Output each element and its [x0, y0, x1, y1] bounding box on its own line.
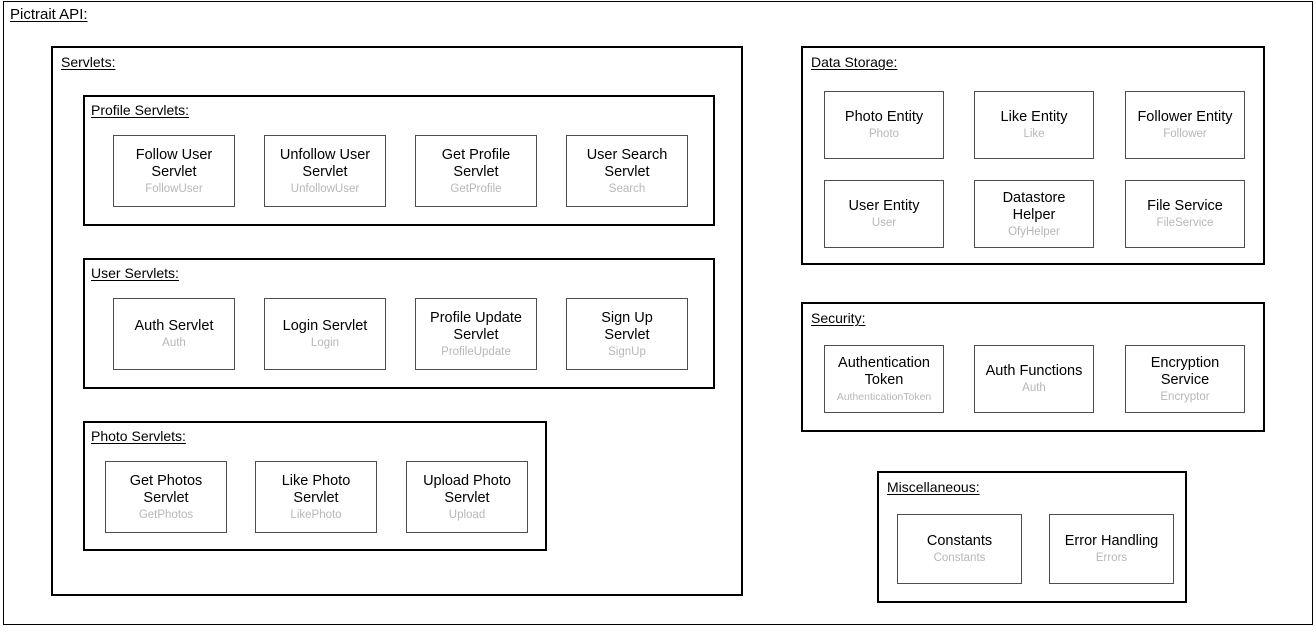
card-title: Photo Entity [844, 109, 924, 125]
card-datastore-helper[interactable]: Datastore Helper OfyHelper [974, 180, 1094, 248]
group-data-storage-title: Data Storage: [811, 54, 898, 70]
card-title: Constants [926, 533, 993, 549]
card-user-search-servlet[interactable]: User Search Servlet Search [566, 135, 688, 207]
card-like-entity[interactable]: Like Entity Like [974, 91, 1094, 159]
card-class-name: AuthenticationToken [836, 390, 932, 403]
card-title: User Search Servlet [586, 146, 668, 180]
card-class-name: Photo [868, 128, 900, 140]
card-class-name: Encryptor [1160, 390, 1210, 403]
card-class-name: SignUp [608, 345, 646, 358]
card-title: Profile Update Servlet [430, 309, 522, 343]
subgroup-profile-servlets-title: Profile Servlets: [91, 102, 190, 118]
group-security: Security: Authentication Token Authentic… [801, 302, 1265, 432]
card-authentication-token[interactable]: Authentication Token AuthenticationToken [824, 345, 944, 413]
card-title: Sign Up Servlet [601, 309, 653, 343]
card-class-name: Search [608, 182, 646, 195]
card-sign-up-servlet[interactable]: Sign Up Servlet SignUp [566, 298, 688, 370]
card-class-name: UnfollowUser [290, 182, 360, 195]
card-title: Like Photo Servlet [281, 472, 351, 506]
card-auth-functions[interactable]: Auth Functions Auth [974, 345, 1094, 413]
card-file-service[interactable]: File Service FileService [1125, 180, 1245, 248]
card-class-name: User [871, 217, 897, 229]
card-user-entity[interactable]: User Entity User [824, 180, 944, 248]
card-like-photo-servlet[interactable]: Like Photo Servlet LikePhoto [255, 461, 377, 533]
card-login-servlet[interactable]: Login Servlet Login [264, 298, 386, 370]
card-follower-entity[interactable]: Follower Entity Follower [1125, 91, 1245, 159]
group-security-title: Security: [811, 310, 866, 326]
card-title: Like Entity [1000, 109, 1068, 125]
subgroup-profile-servlets: Profile Servlets: Follow User Servlet Fo… [83, 95, 715, 226]
subgroup-user-servlets: User Servlets: Auth Servlet Auth Login S… [83, 258, 715, 389]
card-title: Encryption Service [1150, 354, 1220, 388]
card-get-photos-servlet[interactable]: Get Photos Servlet GetPhotos [105, 461, 227, 533]
card-class-name: ProfileUpdate [441, 345, 511, 358]
card-class-name: Auth [162, 337, 186, 349]
card-encryption-service[interactable]: Encryption Service Encryptor [1125, 345, 1245, 413]
card-title: Auth Servlet [134, 318, 214, 334]
group-servlets-title: Servlets: [61, 54, 116, 70]
card-title: Unfollow User Servlet [279, 146, 371, 180]
card-get-profile-servlet[interactable]: Get Profile Servlet GetProfile [415, 135, 537, 207]
card-title: Datastore Helper [1002, 189, 1066, 223]
subgroup-user-servlets-title: User Servlets: [91, 265, 179, 281]
card-class-name: Constants [933, 552, 986, 564]
card-title: Error Handling [1064, 533, 1159, 549]
card-class-name: GetPhotos [138, 508, 194, 521]
card-photo-entity[interactable]: Photo Entity Photo [824, 91, 944, 159]
card-unfollow-user-servlet[interactable]: Unfollow User Servlet UnfollowUser [264, 135, 386, 207]
group-data-storage: Data Storage: Photo Entity Photo Like En… [801, 46, 1265, 265]
card-upload-photo-servlet[interactable]: Upload Photo Servlet Upload [406, 461, 528, 533]
card-title: Get Profile Servlet [441, 146, 511, 180]
diagram-canvas: Pictrait API: Servlets: Profile Servlets… [0, 0, 1316, 643]
card-class-name: Follower [1163, 128, 1207, 140]
card-class-name: Upload [448, 508, 486, 521]
card-constants[interactable]: Constants Constants [897, 514, 1022, 584]
card-class-name: LikePhoto [290, 508, 342, 521]
card-auth-servlet[interactable]: Auth Servlet Auth [113, 298, 235, 370]
card-class-name: Errors [1095, 552, 1128, 564]
group-miscellaneous-title: Miscellaneous: [887, 479, 980, 495]
card-title: Login Servlet [282, 318, 368, 334]
card-class-name: FileService [1156, 217, 1214, 229]
card-title: Auth Functions [985, 363, 1083, 379]
card-class-name: Login [310, 337, 340, 349]
card-title: Upload Photo Servlet [423, 472, 511, 506]
card-class-name: GetProfile [450, 182, 502, 195]
card-title: File Service [1147, 198, 1223, 214]
group-miscellaneous: Miscellaneous: Constants Constants Error… [877, 471, 1187, 603]
card-title: User Entity [848, 198, 920, 214]
group-servlets: Servlets: Profile Servlets: Follow User … [51, 46, 743, 596]
card-title: Follow User Servlet [135, 146, 213, 180]
card-title: Get Photos Servlet [129, 472, 203, 506]
subgroup-photo-servlets: Photo Servlets: Get Photos Servlet GetPh… [83, 421, 547, 551]
diagram-title: Pictrait API: [10, 6, 88, 23]
card-title: Authentication Token [838, 354, 930, 388]
card-class-name: Like [1023, 128, 1045, 140]
card-profile-update-servlet[interactable]: Profile Update Servlet ProfileUpdate [415, 298, 537, 370]
subgroup-photo-servlets-title: Photo Servlets: [91, 428, 186, 444]
card-follow-user-servlet[interactable]: Follow User Servlet FollowUser [113, 135, 235, 207]
card-title: Follower Entity [1137, 109, 1233, 125]
card-error-handling[interactable]: Error Handling Errors [1049, 514, 1174, 584]
card-class-name: Auth [1022, 382, 1046, 394]
card-class-name: OfyHelper [1008, 225, 1060, 238]
card-class-name: FollowUser [145, 182, 203, 195]
